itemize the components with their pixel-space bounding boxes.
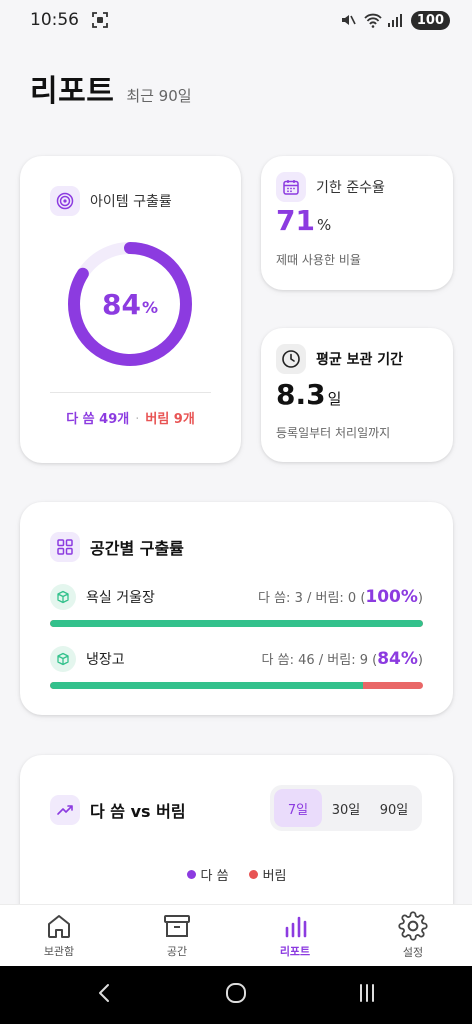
tab-7-days[interactable]: 7일 xyxy=(274,789,322,827)
signal-icon xyxy=(387,11,405,29)
space-progress-bar xyxy=(50,620,423,627)
space-progress-fill xyxy=(50,620,423,627)
space-row[interactable]: 욕실 거울장 다 씀: 3 / 버림: 0 (100%) xyxy=(50,584,423,627)
clock-icon xyxy=(276,344,306,374)
chart-legend: 다 씀 버림 xyxy=(20,865,453,884)
calendar-icon xyxy=(276,172,306,202)
period-value: 8.3 일 xyxy=(276,378,341,411)
space-title: 공간별 구출률 xyxy=(90,539,184,558)
space-stats: 다 씀: 3 / 버림: 0 (100%) xyxy=(258,587,423,607)
nav-label: 보관함 xyxy=(43,945,75,958)
stats-suffix: ) xyxy=(417,653,423,668)
box-icon xyxy=(50,646,76,672)
target-icon xyxy=(50,186,80,216)
period-unit: 일 xyxy=(327,390,342,408)
system-navigation-bar xyxy=(0,966,472,1024)
bar-chart-icon xyxy=(285,916,307,938)
period-header: 평균 보관 기간 xyxy=(276,344,403,374)
rescue-rate-unit: % xyxy=(141,297,158,317)
average-storage-card: 평균 보관 기간 8.3 일 등록일부터 처리일까지 xyxy=(261,328,453,462)
trend-header: 다 씀 vs 버림 xyxy=(50,795,186,825)
nav-space[interactable]: 공간 xyxy=(118,905,236,966)
rescue-rate-label: 아이템 구출률 xyxy=(90,194,172,210)
home-button-icon[interactable] xyxy=(224,981,248,1009)
rescue-rate-summary: 다 씀 49개 · 버림 9개 xyxy=(20,408,241,427)
nav-report[interactable]: 리포트 xyxy=(236,905,354,966)
legend-used: 다 씀 xyxy=(186,865,229,884)
deadline-number: 71 xyxy=(276,204,315,237)
rescue-rate-value: 84 xyxy=(102,287,141,321)
rescue-rate-donut: 84% xyxy=(66,240,194,368)
home-icon xyxy=(48,915,70,938)
mute-icon xyxy=(339,11,357,29)
space-rescue-card: 공간별 구출률 욕실 거울장 다 씀: 3 / 버림: 0 (100%) 냉장고… xyxy=(20,502,453,715)
tab-30-days[interactable]: 30일 xyxy=(322,789,370,827)
space-header: 공간별 구출률 xyxy=(50,532,184,562)
status-bar: 10:56 100 xyxy=(0,0,472,40)
deadline-value: 71% xyxy=(276,204,331,237)
period-desc: 등록일부터 처리일까지 xyxy=(276,426,391,440)
separator: · xyxy=(135,412,140,427)
page-title: 리포트 xyxy=(30,74,115,109)
space-row[interactable]: 냉장고 다 씀: 46 / 버림: 9 (84%) xyxy=(50,646,423,689)
tab-90-days[interactable]: 90일 xyxy=(370,789,418,827)
back-icon[interactable] xyxy=(93,981,117,1009)
used-count: 다 씀 49개 xyxy=(66,412,130,427)
grid-icon xyxy=(50,532,80,562)
rescue-rate-card: 아이템 구출률 84% 다 씀 49개 · 버림 9개 xyxy=(20,156,241,463)
deadline-header: 기한 준수율 xyxy=(276,172,385,202)
space-progress-fill xyxy=(50,682,364,689)
period-number: 8.3 xyxy=(276,378,326,411)
deadline-label: 기한 준수율 xyxy=(316,180,385,196)
space-percent: 100% xyxy=(365,587,418,607)
trend-title: 다 씀 vs 버림 xyxy=(90,802,186,821)
screenshot-icon xyxy=(91,11,109,29)
nav-label: 리포트 xyxy=(279,945,311,958)
legend-dot xyxy=(186,870,196,879)
nav-settings[interactable]: 설정 xyxy=(354,905,472,966)
trending-up-icon xyxy=(50,795,80,825)
space-percent: 84% xyxy=(377,649,418,669)
nav-label: 설정 xyxy=(402,946,424,959)
deadline-desc: 제때 사용한 비율 xyxy=(276,253,361,267)
box-icon xyxy=(50,584,76,610)
legend-dot xyxy=(248,870,258,879)
legend-wasted: 버림 xyxy=(248,865,287,884)
donut-center: 84% xyxy=(66,240,194,368)
space-name: 냉장고 xyxy=(86,652,125,668)
space-progress-bar xyxy=(50,682,423,689)
page-header: 리포트 최근 90일 xyxy=(30,66,192,110)
gear-icon xyxy=(398,911,428,941)
page-subtitle: 최근 90일 xyxy=(126,87,192,105)
period-label: 평균 보관 기간 xyxy=(316,352,404,368)
status-time: 10:56 xyxy=(30,10,79,30)
nav-label: 공간 xyxy=(166,945,188,958)
divider xyxy=(50,392,211,393)
nav-storage[interactable]: 보관함 xyxy=(0,905,118,966)
wasted-count: 버림 9개 xyxy=(145,412,195,427)
rescue-rate-header: 아이템 구출률 xyxy=(50,186,172,216)
space-name: 욕실 거울장 xyxy=(86,590,155,606)
wifi-icon xyxy=(363,11,382,29)
archive-icon xyxy=(164,915,190,937)
deadline-unit: % xyxy=(316,216,332,234)
stats-text: 다 씀: 46 / 버림: 9 ( xyxy=(261,653,378,668)
deadline-compliance-card: 기한 준수율 71% 제때 사용한 비율 xyxy=(261,156,453,290)
stats-suffix: ) xyxy=(417,591,423,606)
stats-text: 다 씀: 3 / 버림: 0 ( xyxy=(258,591,366,606)
period-segmented-control: 7일 30일 90일 xyxy=(270,785,422,831)
space-stats: 다 씀: 46 / 버림: 9 (84%) xyxy=(262,649,423,669)
legend-label: 다 씀 xyxy=(200,869,229,884)
bottom-navigation: 보관함 공간 리포트 설정 xyxy=(0,904,472,966)
recent-apps-icon[interactable] xyxy=(355,981,379,1009)
legend-label: 버림 xyxy=(262,869,287,884)
battery-indicator: 100 xyxy=(410,10,450,30)
